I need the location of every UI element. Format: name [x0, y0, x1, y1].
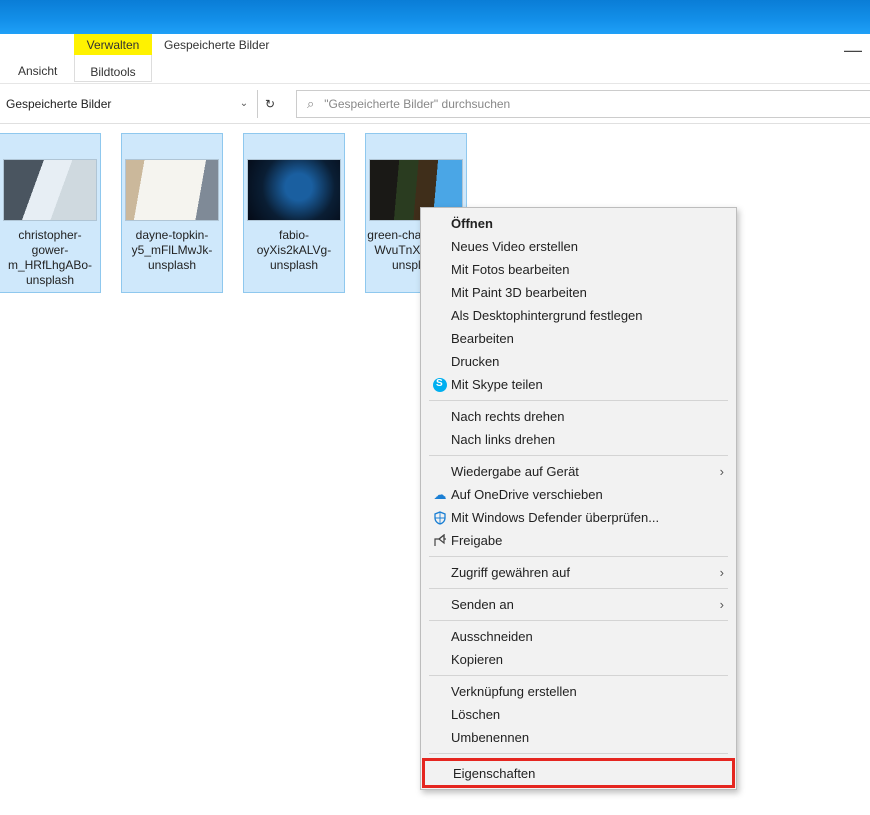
menu-rotate-right[interactable]: Nach rechts drehen — [423, 405, 734, 428]
menu-label: Zugriff gewähren auf — [451, 565, 720, 580]
menu-label: Auf OneDrive verschieben — [451, 487, 724, 502]
menu-skype-share[interactable]: Mit Skype teilen — [423, 373, 734, 396]
file-caption: fabio-oyXis2kALVg-unsplash — [244, 228, 344, 273]
menu-label: Drucken — [451, 354, 724, 369]
menu-separator — [429, 455, 728, 456]
navigation-row: Gespeicherte Bilder ⌄ ↻ ⌕ "Gespeicherte … — [0, 84, 870, 124]
menu-move-onedrive[interactable]: ☁ Auf OneDrive verschieben — [423, 483, 734, 506]
menu-cast-to-device[interactable]: Wiedergabe auf Gerät › — [423, 460, 734, 483]
menu-rotate-left[interactable]: Nach links drehen — [423, 428, 734, 451]
address-bar[interactable]: Gespeicherte Bilder ⌄ — [0, 90, 258, 118]
search-box[interactable]: ⌕ "Gespeicherte Bilder" durchsuchen — [296, 90, 870, 118]
menu-separator — [429, 675, 728, 676]
skype-icon — [429, 378, 451, 392]
submenu-arrow-icon: › — [720, 565, 724, 580]
menu-label: Öffnen — [451, 216, 724, 231]
file-thumb[interactable]: fabio-oyXis2kALVg-unsplash — [244, 134, 344, 292]
menu-label: Mit Paint 3D bearbeiten — [451, 285, 724, 300]
breadcrumb-dropdown-icon[interactable]: ⌄ — [237, 98, 251, 109]
menu-label: Mit Windows Defender überprüfen... — [451, 510, 724, 525]
desktop-background-strip — [0, 0, 870, 34]
menu-label: Umbenennen — [451, 730, 724, 745]
menu-label: Wiedergabe auf Gerät — [451, 464, 720, 479]
menu-label: Nach links drehen — [451, 432, 724, 447]
menu-print[interactable]: Drucken — [423, 350, 734, 373]
menu-label: Nach rechts drehen — [451, 409, 724, 424]
defender-shield-icon — [429, 511, 451, 525]
submenu-arrow-icon: › — [720, 464, 724, 479]
menu-edit-photos[interactable]: Mit Fotos bearbeiten — [423, 258, 734, 281]
menu-label: Mit Skype teilen — [451, 377, 724, 392]
menu-grant-access[interactable]: Zugriff gewähren auf › — [423, 561, 734, 584]
menu-label: Bearbeiten — [451, 331, 724, 346]
menu-share[interactable]: Freigabe — [423, 529, 734, 552]
file-caption: christopher-gower-m_HRfLhgABo-unsplash — [0, 228, 100, 288]
file-thumb[interactable]: christopher-gower-m_HRfLhgABo-unsplash — [0, 134, 100, 292]
thumbnail-image — [248, 160, 340, 220]
menu-create-shortcut[interactable]: Verknüpfung erstellen — [423, 680, 734, 703]
menu-set-wallpaper[interactable]: Als Desktophintergrund festlegen — [423, 304, 734, 327]
menu-open[interactable]: Öffnen — [423, 212, 734, 235]
menu-separator — [429, 753, 728, 754]
menu-label: Eigenschaften — [453, 766, 722, 781]
menu-defender-scan[interactable]: Mit Windows Defender überprüfen... — [423, 506, 734, 529]
contextual-tab-group: Verwalten Bildtools — [74, 34, 152, 82]
menu-separator — [429, 400, 728, 401]
menu-label: Mit Fotos bearbeiten — [451, 262, 724, 277]
tab-bildtools[interactable]: Bildtools — [74, 55, 152, 82]
menu-properties[interactable]: Eigenschaften — [422, 758, 735, 788]
menu-separator — [429, 588, 728, 589]
menu-label: Kopieren — [451, 652, 724, 667]
contextual-label-verwalten: Verwalten — [74, 34, 152, 55]
file-caption: dayne-topkin-y5_mFlLMwJk-unsplash — [122, 228, 222, 273]
menu-send-to[interactable]: Senden an › — [423, 593, 734, 616]
menu-label: Senden an — [451, 597, 720, 612]
menu-separator — [429, 556, 728, 557]
search-placeholder: "Gespeicherte Bilder" durchsuchen — [324, 97, 510, 111]
menu-label: Löschen — [451, 707, 724, 722]
onedrive-icon: ☁ — [429, 487, 451, 503]
menu-edit-paint3d[interactable]: Mit Paint 3D bearbeiten — [423, 281, 734, 304]
menu-label: Freigabe — [451, 533, 724, 548]
window-title: Gespeicherte Bilder — [164, 38, 269, 52]
search-icon: ⌕ — [307, 96, 314, 112]
menu-rename[interactable]: Umbenennen — [423, 726, 734, 749]
ribbon-bar: Ansicht Verwalten Bildtools Gespeicherte… — [0, 34, 870, 84]
tab-ansicht[interactable]: Ansicht — [18, 64, 57, 78]
menu-cut[interactable]: Ausschneiden — [423, 625, 734, 648]
file-thumb[interactable]: dayne-topkin-y5_mFlLMwJk-unsplash — [122, 134, 222, 292]
menu-label: Ausschneiden — [451, 629, 724, 644]
menu-copy[interactable]: Kopieren — [423, 648, 734, 671]
thumbnail-image — [4, 160, 96, 220]
submenu-arrow-icon: › — [720, 597, 724, 612]
menu-delete[interactable]: Löschen — [423, 703, 734, 726]
refresh-button[interactable]: ↻ — [258, 97, 282, 111]
thumbnail-image — [126, 160, 218, 220]
menu-new-video[interactable]: Neues Video erstellen — [423, 235, 734, 258]
minimize-button[interactable]: — — [844, 40, 862, 61]
menu-label: Als Desktophintergrund festlegen — [451, 308, 724, 323]
menu-edit[interactable]: Bearbeiten — [423, 327, 734, 350]
menu-separator — [429, 620, 728, 621]
share-icon — [429, 534, 451, 548]
menu-label: Neues Video erstellen — [451, 239, 724, 254]
menu-label: Verknüpfung erstellen — [451, 684, 724, 699]
breadcrumb-current[interactable]: Gespeicherte Bilder — [6, 97, 231, 111]
context-menu: Öffnen Neues Video erstellen Mit Fotos b… — [420, 207, 737, 790]
